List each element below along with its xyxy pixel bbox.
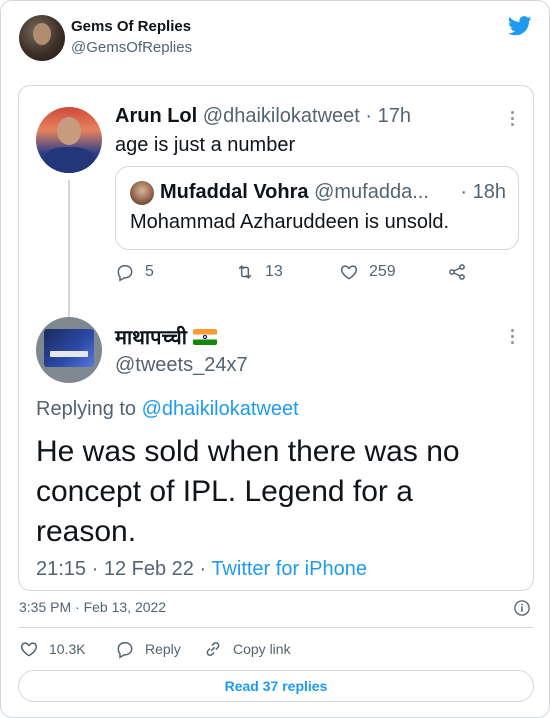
twitter-bird-icon[interactable] xyxy=(508,16,532,36)
copy-link-label: Copy link xyxy=(233,641,291,657)
reply-name: माथापच्ची xyxy=(115,327,187,349)
reply-timestamp-line: 21:15 · 12 Feb 22 · Twitter for iPhone xyxy=(36,558,367,581)
quoted-text: Mohammad Azharuddeen is unsold. xyxy=(130,211,450,233)
tweet-timestamp[interactable]: 3:35 PM · Feb 13, 2022 xyxy=(19,599,166,615)
divider xyxy=(19,627,533,628)
quoted-avatar xyxy=(130,181,154,205)
replying-to: Replying to @dhaikilokatweet xyxy=(36,398,299,421)
heart-icon xyxy=(20,642,38,657)
quoted-time: · 18h xyxy=(460,181,506,203)
more-icon xyxy=(503,110,521,128)
reply-source: Twitter for iPhone xyxy=(211,558,367,580)
tweet-actions: 10.3K Reply Copy link xyxy=(19,639,533,663)
quoted-header: Mufaddal Vohra @mufadda... xyxy=(160,181,429,204)
like-count: 10.3K xyxy=(49,641,86,657)
like-button[interactable]: 10.3K xyxy=(19,639,86,659)
thread-line xyxy=(68,180,70,318)
more-icon xyxy=(503,328,521,346)
parent-retweet-count: 13 xyxy=(265,263,283,280)
parent-header: Arun Lol @dhaikilokatweet · 17h xyxy=(115,105,411,128)
heart-icon xyxy=(340,265,358,280)
parent-reply-action: 5 xyxy=(115,262,154,282)
reply-timestamp: 21:15 · 12 Feb 22 · xyxy=(36,558,212,580)
info-icon[interactable] xyxy=(513,599,531,617)
parent-like-count: 259 xyxy=(369,263,396,280)
parent-text: age is just a number xyxy=(115,134,296,156)
quoted-name: Mufaddal Vohra xyxy=(160,181,309,203)
parent-like-action: 259 xyxy=(339,262,396,282)
quoted-handle: @mufadda... xyxy=(314,181,429,203)
author-avatar[interactable] xyxy=(19,15,65,61)
reply-text: He was sold when there was no concept of… xyxy=(36,435,460,548)
parent-share-action xyxy=(447,262,467,282)
retweet-icon xyxy=(238,265,252,279)
parent-name: Arun Lol xyxy=(115,105,198,127)
parent-actions: 5 13 259 xyxy=(115,262,515,286)
read-replies-button[interactable]: Read 37 replies xyxy=(18,670,534,702)
author-handle[interactable]: @GemsOfReplies xyxy=(71,39,192,56)
reply-handle: @tweets_24x7 xyxy=(115,354,248,376)
author-name[interactable]: Gems Of Replies xyxy=(71,18,191,35)
parent-reply-count: 5 xyxy=(145,263,154,280)
embedded-screenshot[interactable]: Arun Lol @dhaikilokatweet · 17h age is j… xyxy=(18,85,534,591)
parent-avatar xyxy=(36,107,102,173)
tweet-card: Gems Of Replies @GemsOfReplies Arun Lol … xyxy=(0,0,550,718)
reply-button[interactable]: Reply xyxy=(115,639,181,659)
reply-avatar xyxy=(36,317,102,383)
india-flag-icon xyxy=(192,328,217,345)
replying-to-handle: @dhaikilokatweet xyxy=(141,398,299,420)
replying-prefix: Replying to xyxy=(36,398,142,420)
parent-meta: @dhaikilokatweet · 17h xyxy=(202,105,411,127)
quoted-tweet: Mufaddal Vohra @mufadda... · 18h Mohamma… xyxy=(115,166,519,250)
share-icon xyxy=(449,264,465,280)
reply-name-row: माथापच्ची xyxy=(115,323,217,350)
link-icon xyxy=(206,642,220,656)
copy-link-button[interactable]: Copy link xyxy=(203,639,291,659)
reply-icon xyxy=(117,642,133,659)
parent-retweet-action: 13 xyxy=(235,262,283,282)
reply-label: Reply xyxy=(145,641,181,657)
reply-icon xyxy=(117,265,133,282)
